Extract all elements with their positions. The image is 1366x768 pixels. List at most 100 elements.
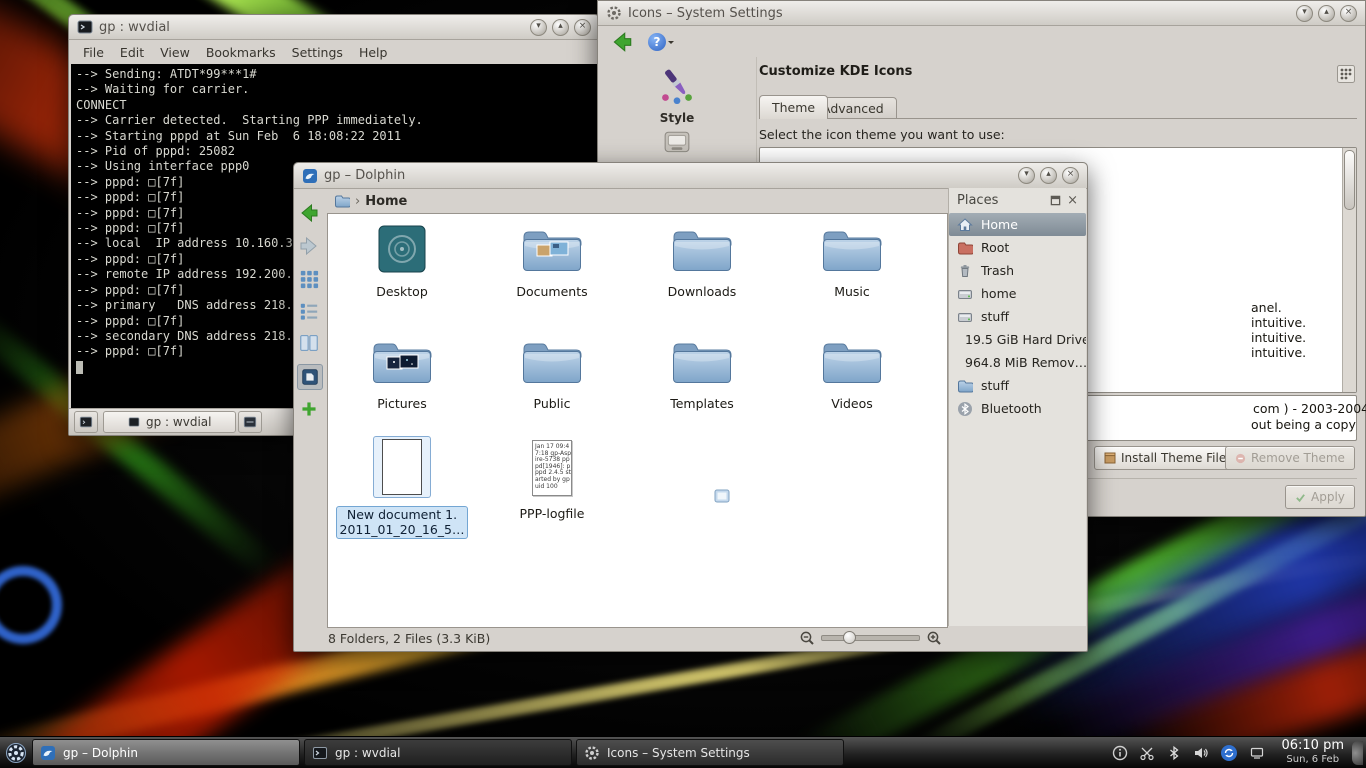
settings-titlebar[interactable]: Icons – System Settings ▾ ▴ × [598,1,1365,26]
details-view-button[interactable] [297,299,321,323]
zoom-slider[interactable] [821,635,920,641]
preview-button[interactable] [297,364,323,390]
list-scrollbar[interactable] [1342,148,1356,392]
menu-file[interactable]: File [75,43,112,62]
apply-button[interactable]: Apply [1285,485,1355,509]
folder-item-downloads[interactable]: Downloads [632,224,772,299]
maximize-button[interactable]: ▴ [552,19,569,36]
new-document-icon [373,436,431,498]
taskbar-task-system-settings[interactable]: Icons – System Settings [576,739,844,766]
volume-icon[interactable] [1193,745,1209,761]
forward-button[interactable] [297,234,321,258]
app-launcher-button[interactable] [2,739,30,766]
file-item-ppp-logfile[interactable]: Jan 17 09:4 7:18 gp-Asp ire-5738 pp pd[1… [482,440,622,521]
minimize-button[interactable]: ▾ [1296,5,1313,22]
places-item-removable-drive[interactable]: 964.8 MiB Remov… [949,351,1086,374]
folder-view[interactable]: Desktop Documents Downloads Music [327,213,948,628]
close-button[interactable]: × [1062,167,1079,184]
overview-grid-icon[interactable] [1337,65,1355,83]
places-item-label: stuff [981,378,1009,393]
new-tab-button[interactable] [74,411,98,433]
sidebar-item-workspace-icon[interactable] [663,129,691,157]
back-icon [298,202,320,224]
help-button[interactable]: ? [648,33,666,51]
settings-title: Icons – System Settings [628,6,783,21]
places-item-home-partition[interactable]: home [949,282,1086,305]
back-button[interactable] [297,201,321,225]
task-label: gp – Dolphin [63,746,138,760]
device-notifier-icon[interactable] [1249,745,1265,761]
back-button[interactable] [610,30,634,54]
split-view-button[interactable] [297,397,321,421]
info-icon[interactable] [1112,745,1128,761]
documents-folder-icon [520,224,584,276]
breadcrumb[interactable]: › Home [334,193,407,209]
folder-item-templates[interactable]: Templates [632,336,772,411]
columns-view-button[interactable] [297,331,321,355]
places-item-home[interactable]: Home [949,213,1086,236]
zoom-out-icon[interactable] [799,630,815,646]
places-item-root[interactable]: Root [949,236,1086,259]
remove-theme-button[interactable]: Remove Theme [1225,446,1355,470]
close-panel-icon[interactable]: × [1067,195,1078,206]
dolphin-side-toolbar [294,188,325,624]
tab-list-button[interactable] [238,411,262,433]
icons-view-button[interactable] [297,267,321,291]
zoom-in-icon[interactable] [926,630,942,646]
task-label: gp : wvdial [335,746,400,760]
places-item-stuff[interactable]: stuff [949,305,1086,328]
folder-item-pictures[interactable]: Pictures [332,336,472,411]
ppp-logfile-preview: Jan 17 09:4 7:18 gp-Asp ire-5738 pp pd[1… [533,441,571,495]
close-button[interactable]: × [574,19,591,36]
maximize-button[interactable]: ▴ [1040,167,1057,184]
klipper-scissors-icon[interactable] [1139,745,1155,761]
places-item-bluetooth[interactable]: Bluetooth [949,397,1086,420]
folder-item-label: Downloads [632,284,772,299]
bluetooth-tray-icon[interactable] [1166,745,1182,761]
tab-theme[interactable]: Theme [759,95,828,119]
folder-item-public[interactable]: Public [482,336,622,411]
menu-bookmarks[interactable]: Bookmarks [198,43,284,62]
folder-item-desktop[interactable]: Desktop [332,224,472,299]
menu-settings[interactable]: Settings [284,43,351,62]
places-item-label: 19.5 GiB Hard Drive [965,332,1086,347]
list-scrollbar-thumb[interactable] [1344,150,1355,210]
close-button[interactable]: × [1340,5,1357,22]
minimize-button[interactable]: ▾ [1018,167,1035,184]
maximize-button[interactable]: ▴ [1318,5,1335,22]
places-item-hard-drive[interactable]: 19.5 GiB Hard Drive [949,328,1086,351]
sidebar-item-style[interactable]: Style [618,65,736,125]
menu-help[interactable]: Help [351,43,396,62]
minimize-button[interactable]: ▾ [530,19,547,36]
menu-view[interactable]: View [152,43,198,62]
file-item-new-document[interactable]: New document 1. 2011_01_20_16_5… [332,436,472,539]
dolphin-titlebar[interactable]: gp – Dolphin ▾ ▴ × [294,163,1087,189]
zoom-slider-handle[interactable] [843,631,856,644]
places-item-label: home [981,286,1016,301]
help-dropdown-caret[interactable] [668,41,674,47]
drag-ghost-icon [714,489,730,503]
system-tray [1112,744,1273,762]
terminal-tab[interactable]: gp : wvdial [103,411,236,433]
folder-item-videos[interactable]: Videos [782,336,922,411]
panel-cashew[interactable] [1352,741,1363,765]
sync-icon[interactable] [1220,744,1238,762]
taskbar-task-dolphin[interactable]: gp – Dolphin [32,739,300,766]
theme-description-fragment: out being a copy [1251,417,1356,432]
folder-item-documents[interactable]: Documents [482,224,622,299]
folder-item-label: Templates [632,396,772,411]
breadcrumb-home-label[interactable]: Home [365,194,407,209]
settings-toolbar: ? [598,26,1365,58]
remove-theme-label: Remove Theme [1251,451,1345,465]
konsole-titlebar[interactable]: gp : wvdial ▾ ▴ × [69,15,599,40]
menu-edit[interactable]: Edit [112,43,152,62]
clock[interactable]: 06:10 pm Sun, 6 Feb [1273,739,1352,767]
places-item-trash[interactable]: Trash [949,259,1086,282]
float-panel-icon[interactable] [1050,195,1061,206]
task-label: Icons – System Settings [607,746,750,760]
places-item-stuff-2[interactable]: stuff [949,374,1086,397]
apply-check-icon [1295,492,1306,503]
taskbar-task-konsole[interactable]: gp : wvdial [304,739,572,766]
columns-view-icon [299,333,319,353]
folder-item-music[interactable]: Music [782,224,922,299]
